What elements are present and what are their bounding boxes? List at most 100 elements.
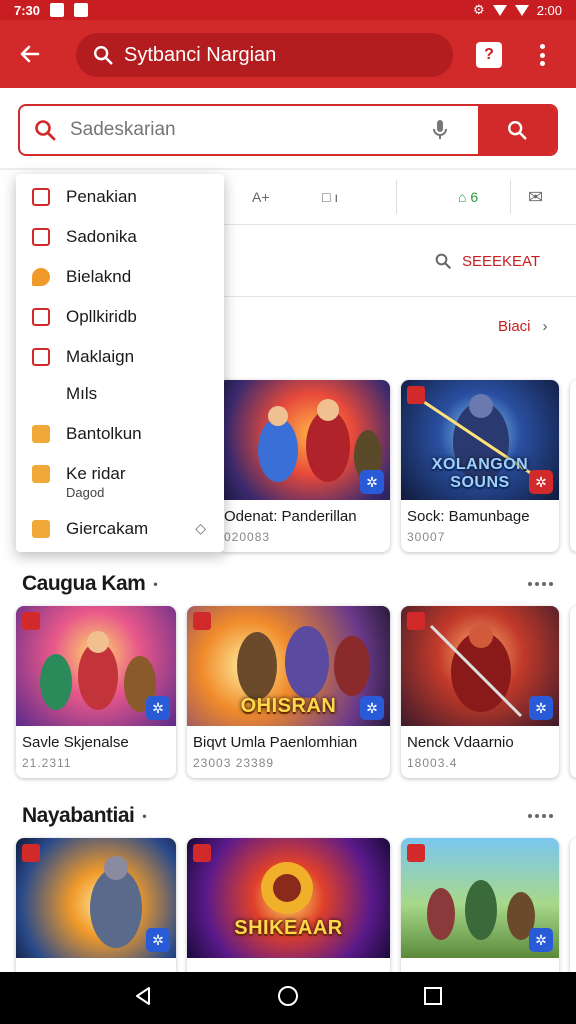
section-more-button[interactable] — [528, 814, 553, 818]
toolbar-separator — [396, 180, 397, 214]
search-input[interactable] — [70, 119, 410, 141]
tag-icon — [407, 386, 425, 404]
wifi-icon — [492, 4, 507, 16]
dot-icon — [549, 582, 553, 586]
star-badge-icon: ✲ — [360, 470, 384, 494]
star-badge-icon: ✲ — [529, 470, 553, 494]
dot-icon — [539, 61, 545, 66]
game-card[interactable]: ✲ Nenck Vdaarnio 18003.4 — [401, 606, 559, 778]
divider — [224, 224, 576, 225]
app-bar: Sytbanci Nargian ? — [0, 20, 576, 88]
square-recents-icon — [424, 986, 443, 1005]
menu-item[interactable]: Penakian — [16, 180, 224, 214]
dot-icon — [528, 814, 532, 818]
signal-icon — [514, 4, 529, 16]
star-badge-icon: ✲ — [529, 928, 553, 952]
game-art: ✲ — [218, 380, 390, 500]
search-icon — [508, 121, 527, 140]
game-card[interactable]: XOLANGON SOUNS ✲ Sock: Bamunbage 30007 — [401, 380, 559, 552]
section-more-button[interactable] — [528, 582, 553, 586]
back-button[interactable] — [0, 20, 60, 88]
more-link[interactable]: Bіaci › — [498, 318, 548, 335]
back-arrow-icon — [20, 45, 40, 63]
status-bar: 7:30 ⚙ 2:00 — [0, 0, 576, 20]
overflow-menu-button[interactable] — [532, 42, 552, 68]
status-right: ⚙ 2:00 — [473, 2, 562, 18]
help-button[interactable]: ? — [476, 42, 502, 68]
triangle-back-icon — [135, 986, 150, 1005]
menu-item-label: Giercakam — [66, 519, 149, 538]
blank-icon — [32, 385, 50, 403]
nav-back-button[interactable] — [131, 984, 155, 1013]
menu-item-label: Ke ridar — [66, 464, 126, 483]
dropdown-menu: Penakian Sadonika Bielaknd Opllkiridb Ma… — [16, 174, 224, 552]
game-card[interactable]: ✲ Savle Skjenalse 21.2311 — [16, 606, 176, 778]
see-all-label: SEEEKEAT — [462, 252, 541, 270]
menu-item-label: Sadonika — [66, 227, 137, 246]
game-name: Nenck Vdaarnio — [407, 734, 514, 751]
notification-icon — [74, 3, 89, 17]
tag-icon — [193, 612, 211, 630]
search-box — [18, 104, 558, 156]
dot-icon — [539, 44, 545, 49]
game-art: ✲ — [16, 606, 176, 726]
game-card-partial[interactable] — [570, 606, 576, 778]
game-name: Biqvt Umla Paenlomhian — [193, 734, 358, 751]
game-card[interactable]: ✲ Odenat: Panderillan 020083 — [218, 380, 390, 552]
dot-icon — [542, 814, 546, 818]
dot-icon — [542, 582, 546, 586]
nav-recents-button[interactable] — [421, 984, 445, 1013]
tag-icon — [407, 844, 425, 862]
game-art-figures — [261, 862, 313, 914]
chevron-right-icon: › — [542, 318, 548, 335]
star-badge-icon: ✲ — [146, 928, 170, 952]
menu-item[interactable]: Ke ridar Dagod — [16, 457, 224, 500]
home-tool[interactable]: ⌂ 6 — [458, 182, 478, 212]
checkbox-icon — [32, 465, 50, 483]
dot-icon — [539, 52, 545, 58]
see-all-link[interactable]: SEEEKEAT — [434, 252, 540, 270]
menu-item[interactable]: Maklaign — [16, 340, 224, 374]
menu-item[interactable]: Opllkiridb — [16, 300, 224, 334]
game-meta: 30007 — [407, 530, 446, 544]
divider — [0, 168, 576, 170]
menu-item-label: Mıls — [66, 384, 98, 403]
search-icon — [94, 46, 113, 65]
window-icon — [32, 188, 50, 206]
game-name: Sock: Bamunbage — [407, 508, 530, 525]
divider — [224, 296, 576, 297]
menu-item-label: Maklaign — [66, 347, 135, 366]
window-icon — [32, 228, 50, 246]
menu-item-label: Bielaknd — [66, 267, 132, 286]
app-search-bar[interactable]: Sytbanci Nargian — [76, 33, 453, 77]
game-art: XOLANGON SOUNS ✲ — [401, 380, 559, 500]
mail-tool[interactable]: ✉ — [528, 182, 543, 212]
section-title-text: Caugua Kam — [22, 572, 146, 595]
menu-item-sublabel: Dagod — [66, 485, 105, 500]
nav-home-button[interactable] — [276, 984, 300, 1013]
tag-icon — [193, 844, 211, 862]
menu-item[interactable]: Giercakam ◇ — [16, 512, 224, 546]
layout-tool[interactable]: □ ı — [322, 182, 338, 212]
search-submit-button[interactable] — [478, 106, 556, 154]
mic-button[interactable] — [410, 118, 470, 142]
tag-icon — [22, 844, 40, 862]
search-icon — [20, 118, 70, 142]
game-name: Odenat: Panderillan — [224, 508, 357, 525]
menu-item[interactable]: Bielaknd — [16, 260, 224, 294]
menu-item[interactable]: Sadonika — [16, 220, 224, 254]
game-card-partial[interactable] — [570, 380, 576, 552]
text-size-tool[interactable]: A+ — [252, 182, 270, 212]
checkbox-icon — [32, 308, 50, 326]
section-title: Caugua Kam • — [22, 572, 158, 596]
tag-icon — [407, 612, 425, 630]
menu-item[interactable]: Bantolkun — [16, 417, 224, 451]
game-card[interactable]: OHISRAN ✲ Biqvt Umla Paenlomhian 23003 2… — [187, 606, 390, 778]
microphone-icon — [433, 120, 447, 139]
status-time: 7:30 — [14, 2, 41, 18]
game-meta: 23003 23389 — [193, 756, 275, 770]
star-badge-icon: ✲ — [146, 696, 170, 720]
menu-item[interactable]: Mıls — [16, 377, 224, 411]
calendar-icon — [32, 425, 50, 443]
game-art: ✲ — [16, 838, 176, 958]
